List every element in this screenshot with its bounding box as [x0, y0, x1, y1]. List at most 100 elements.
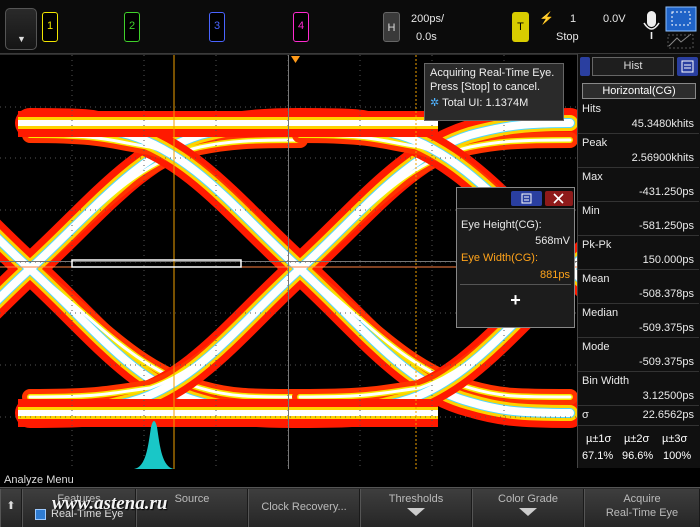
thresholds-label: Thresholds: [388, 493, 444, 505]
stat-label: Min: [582, 205, 600, 217]
chevron-down-icon: [519, 508, 537, 516]
zoom-select-icon[interactable]: [665, 6, 697, 50]
stat-mean: Mean -508.378ps: [578, 270, 699, 304]
menu-up-button[interactable]: ⬆: [0, 489, 22, 527]
stat-label: Mode: [582, 341, 610, 353]
tab-hist[interactable]: Hist: [592, 57, 674, 76]
stat-value: 22.6562ps: [642, 409, 694, 421]
trigger-position-marker[interactable]: [291, 56, 300, 63]
channel-3-button[interactable]: 3: [209, 12, 225, 42]
arrow-up-icon: ⬆: [6, 500, 16, 512]
measurement-list-button[interactable]: [511, 191, 542, 206]
stat-sigma: σ 22.6562ps: [578, 406, 699, 426]
trigger-channel: 1: [570, 13, 577, 25]
channel-1-button[interactable]: 1: [42, 12, 58, 42]
horizontal-badge: H: [387, 22, 396, 34]
acquire-label: Acquire: [623, 493, 661, 505]
total-ui-row: ✲ Total UI: 1.1374M: [430, 97, 558, 111]
channel-4-button[interactable]: 4: [293, 12, 309, 42]
channel-2-label: 2: [128, 20, 136, 32]
stat-value: -431.250ps: [638, 186, 694, 198]
stat-pk-pk: Pk-Pk 150.000ps: [578, 236, 699, 270]
stat-label: Max: [582, 171, 603, 183]
run-state: Stop: [556, 31, 579, 43]
acquire-line-1: Acquiring Real-Time Eye.: [430, 67, 555, 79]
spinner-icon: ✲: [430, 97, 440, 109]
eye-height-label: Eye Height(CG):: [461, 219, 542, 231]
panel-list-button[interactable]: [677, 57, 698, 76]
trigger-badge: T: [517, 21, 524, 33]
microphone-icon[interactable]: [642, 10, 662, 44]
stat-value: -509.375ps: [638, 322, 694, 334]
sigma-header-1: µ±1σ: [586, 433, 612, 445]
trigger-edge-icon: ⚡: [539, 11, 554, 25]
histogram-results-panel: Hist Horizontal(CG) Hits 45.3480khits Pea…: [577, 54, 700, 468]
stat-value: 2.56900khits: [631, 152, 694, 164]
chevron-down-icon: ▼: [17, 34, 26, 44]
measurement-close-button[interactable]: [545, 191, 573, 206]
measurement-popup: Eye Height(CG): 568mV Eye Width(CG): 881…: [456, 187, 575, 328]
trigger-button[interactable]: T: [512, 12, 529, 42]
sigma-header-3: µ±3σ: [662, 433, 688, 445]
stat-label: Hits: [582, 103, 601, 115]
eye-height-value: 568mV: [535, 235, 570, 247]
channel-3-label: 3: [213, 20, 221, 32]
jitter-histogram: [134, 421, 174, 469]
stat-value: -508.378ps: [638, 288, 694, 300]
color-grade-button[interactable]: Color Grade: [472, 489, 584, 527]
eye-width-value: 881ps: [540, 269, 570, 281]
trigger-level: 0.0V: [603, 13, 626, 25]
popup-divider: [460, 284, 571, 285]
list-icon: [681, 60, 694, 73]
horizontal-button[interactable]: H: [383, 12, 400, 42]
stat-bin-width: Bin Width 3.12500ps: [578, 372, 699, 406]
top-toolbar: ▼ 1 2 3 4 H 200ps/ 0.0s T ⚡ 1 0.0V Stop: [0, 0, 700, 54]
stat-label: Pk-Pk: [582, 239, 612, 251]
main-menu-button[interactable]: ▼: [5, 8, 37, 50]
thresholds-button[interactable]: Thresholds: [360, 489, 472, 527]
stat-max: Max -431.250ps: [578, 168, 699, 202]
close-icon: [553, 193, 564, 204]
sigma-value-3: 100%: [663, 450, 692, 462]
stat-mode: Mode -509.375ps: [578, 338, 699, 372]
eye-width-label: Eye Width(CG):: [461, 252, 539, 264]
list-icon: [521, 193, 532, 204]
features-checkbox[interactable]: [35, 509, 46, 520]
stat-label: Mean: [582, 273, 610, 285]
stat-peak: Peak 2.56900khits: [578, 134, 699, 168]
measurement-popup-header: [457, 188, 574, 209]
acquire-value: Real-Time Eye: [605, 507, 679, 519]
stat-min: Min -581.250ps: [578, 202, 699, 236]
acquire-button[interactable]: Acquire Real-Time Eye: [584, 489, 700, 527]
clock-recovery-label: Clock Recovery...: [261, 501, 347, 513]
histogram-source-select[interactable]: Horizontal(CG): [582, 83, 696, 99]
horizontal-scale: 200ps/: [411, 13, 445, 25]
panel-scroll-left-button[interactable]: [580, 57, 590, 76]
stat-hits: Hits 45.3480khits: [578, 100, 699, 134]
stat-value: -509.375ps: [638, 356, 694, 368]
stat-label: Bin Width: [582, 375, 630, 387]
stat-label: Peak: [582, 137, 608, 149]
stat-median: Median -509.375ps: [578, 304, 699, 338]
stat-label: Median: [582, 307, 619, 319]
total-ui: Total UI: 1.1374M: [442, 97, 529, 109]
add-measurement-button[interactable]: +: [457, 290, 574, 311]
stat-label: σ: [582, 409, 589, 421]
channel-4-label: 4: [297, 20, 305, 32]
clock-recovery-button[interactable]: Clock Recovery...: [248, 489, 360, 527]
chevron-down-icon: [407, 508, 425, 516]
stat-value: 45.3480khits: [631, 118, 694, 130]
stat-value: 150.000ps: [642, 254, 694, 266]
horizontal-position: 0.0s: [416, 31, 437, 43]
channel-2-button[interactable]: 2: [124, 12, 140, 42]
stat-value: -581.250ps: [638, 220, 694, 232]
analyze-menu-title: Analyze Menu: [4, 474, 74, 486]
watermark: www.astena.ru: [52, 493, 168, 514]
acquire-line-2: Press [Stop] to cancel.: [430, 80, 541, 93]
channel-1-label: 1: [46, 20, 54, 32]
sigma-value-1: 67.1%: [582, 450, 614, 462]
stat-value: 3.12500ps: [642, 390, 694, 402]
sigma-header-2: µ±2σ: [624, 433, 650, 445]
color-grade-label: Color Grade: [498, 493, 558, 505]
acquiring-info-box: Acquiring Real-Time Eye. Press [Stop] to…: [424, 63, 564, 121]
